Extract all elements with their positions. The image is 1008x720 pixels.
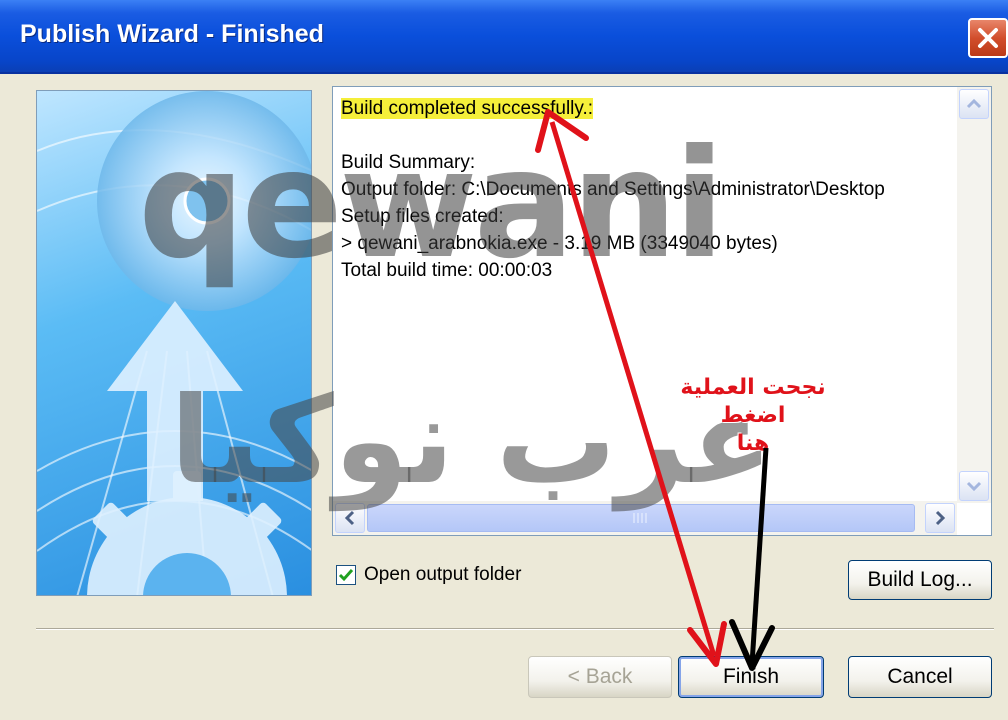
vertical-scrollbar[interactable] bbox=[957, 87, 991, 503]
close-button[interactable] bbox=[968, 18, 1008, 58]
close-icon bbox=[978, 28, 998, 48]
arrow-up-icon bbox=[966, 98, 982, 109]
finish-button[interactable]: Finish bbox=[678, 656, 824, 698]
back-button[interactable]: < Back bbox=[528, 656, 672, 698]
arrow-down-icon bbox=[966, 481, 982, 492]
annotation-line-1: نجحت العملية اضغط bbox=[680, 375, 826, 428]
checkmark-icon bbox=[338, 569, 354, 582]
open-output-folder-label: Open output folder bbox=[364, 564, 522, 585]
annotation-label: نجحت العملية اضغط هنا bbox=[648, 374, 858, 458]
scroll-right-button[interactable] bbox=[925, 503, 955, 533]
open-output-folder-checkbox[interactable] bbox=[336, 565, 356, 585]
cancel-button[interactable]: Cancel bbox=[848, 656, 992, 698]
watermark-text-latin: qewani bbox=[138, 118, 725, 292]
arrow-right-icon bbox=[935, 510, 946, 526]
window-title: Publish Wizard - Finished bbox=[20, 20, 324, 48]
annotation-line-2: هنا bbox=[736, 431, 770, 456]
build-status-text: Build completed successfully.: bbox=[341, 98, 594, 119]
scroll-up-button[interactable] bbox=[959, 89, 989, 119]
title-bar[interactable]: Publish Wizard - Finished bbox=[0, 0, 1008, 74]
scroll-down-button[interactable] bbox=[959, 471, 989, 501]
open-output-folder-option[interactable]: Open output folder bbox=[336, 564, 521, 586]
build-log-button[interactable]: Build Log... bbox=[848, 560, 992, 600]
separator bbox=[36, 628, 994, 630]
